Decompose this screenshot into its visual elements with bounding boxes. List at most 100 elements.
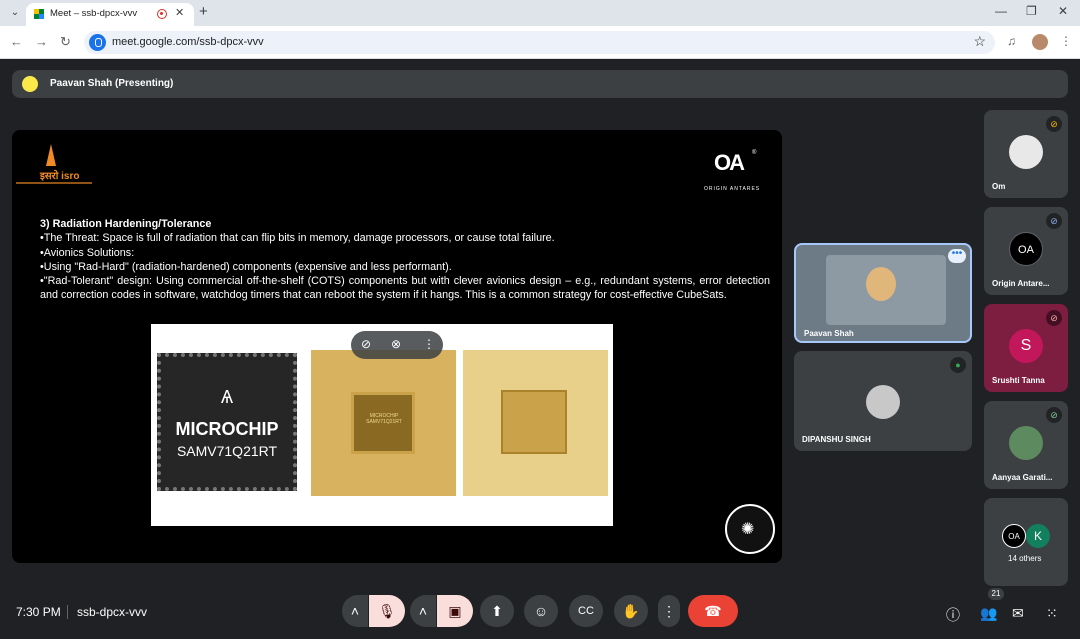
isro-underline xyxy=(16,182,92,184)
close-icon[interactable]: ✕ xyxy=(175,6,184,19)
hand-icon: ✋ xyxy=(622,603,640,619)
minimize-icon[interactable]: — xyxy=(995,4,1007,18)
microchip-package: Ѧ MICROCHIP SAMV71Q21RT xyxy=(157,353,297,491)
people-count-badge: 21 xyxy=(988,588,1004,600)
slide-bullet: •Avionics Solutions: xyxy=(40,246,135,259)
mic-off-button[interactable]: 🎙︎ xyxy=(369,595,405,627)
hangup-icon: ☎ xyxy=(704,603,722,619)
ceramic-package: MICROCHIP SAMV71Q21RT xyxy=(311,350,456,496)
slide-bullet: •Using "Rad-Hard" (radiation-hardened) c… xyxy=(40,260,452,273)
badge-icon: ✺ xyxy=(741,521,755,538)
others-tile[interactable]: OA K 14 others xyxy=(984,498,1068,586)
avatar-oa-icon: OA xyxy=(1002,524,1026,548)
present-button[interactable]: ⬆ xyxy=(480,595,514,627)
participant-name: Srushti Tanna xyxy=(992,376,1045,385)
more-vert-icon[interactable]: ⋮ xyxy=(423,337,435,351)
close-window-icon[interactable]: ✕ xyxy=(1058,4,1068,18)
browser-tab-strip: ⌄ Meet – ssb-dpcx-vvv ✕ + — ❐ ✕ xyxy=(0,0,1080,26)
mic-muted-icon: ⊘ xyxy=(1046,213,1062,229)
tab-meet[interactable]: Meet – ssb-dpcx-vvv ✕ xyxy=(26,3,194,26)
restore-icon[interactable]: ❐ xyxy=(1026,4,1037,18)
meeting-time: 7:30 PM xyxy=(16,605,61,619)
microchip-logo-icon: Ѧ xyxy=(220,387,234,407)
shared-screen: इसरो isro OA ® ORIGIN ANTARES 3) Radiati… xyxy=(12,130,782,563)
plus-icon[interactable]: + xyxy=(199,3,208,20)
avatar-oa-icon: OA xyxy=(1009,232,1043,266)
flatpack-package xyxy=(463,350,608,496)
more-vert-icon[interactable]: ⋮ xyxy=(1060,34,1072,48)
captions-icon: CC xyxy=(578,605,594,617)
avatar xyxy=(1009,426,1043,460)
oa-caption: ORIGIN ANTARES xyxy=(704,186,761,192)
back-icon[interactable]: ← xyxy=(10,34,23,49)
forward-icon[interactable]: → xyxy=(35,34,48,49)
meeting-code: ssb-dpcx-vvv xyxy=(77,605,148,619)
url-text[interactable]: meet.google.com/ssb-dpcx-vvv xyxy=(112,36,264,48)
site-info-icon[interactable] xyxy=(89,34,106,51)
reactions-button[interactable]: ☺ xyxy=(524,595,558,627)
media-control-icon[interactable]: ♫ xyxy=(1007,34,1016,48)
participant-name: Aanyaa Garati... xyxy=(992,473,1053,482)
participant-tile[interactable]: OA ⊘ Origin Antare... xyxy=(984,207,1068,295)
chat-icon[interactable]: ✉ xyxy=(1012,605,1024,622)
mic-on-icon: ● xyxy=(950,357,966,373)
info-icon[interactable]: ⓘ xyxy=(946,605,960,625)
avatar: S xyxy=(1009,329,1043,363)
more-options-icon[interactable]: ••• xyxy=(948,249,966,263)
speaker-video xyxy=(866,267,896,301)
present-icon: ⬆ xyxy=(491,603,503,619)
participant-name: DIPANSHU SINGH xyxy=(802,435,871,444)
participant-name: Origin Antare... xyxy=(992,279,1050,288)
participant-tile-speaker[interactable]: ••• Paavan Shah xyxy=(794,243,972,343)
meet-favicon xyxy=(34,9,44,19)
people-icon[interactable]: 👥 xyxy=(980,605,997,622)
video-options-chevron-icon[interactable]: ˄ xyxy=(410,595,436,627)
presenter-bar: Paavan Shah (Presenting) xyxy=(12,70,1068,98)
tab-title: Meet – ssb-dpcx-vvv xyxy=(50,8,138,19)
more-options-button[interactable]: ⋮ xyxy=(658,595,680,627)
innovation-badge: ✺ xyxy=(725,504,775,554)
participant-name: Paavan Shah xyxy=(804,329,854,338)
captions-button[interactable]: CC xyxy=(569,595,603,627)
mic-muted-icon: ⊘ xyxy=(1046,116,1062,132)
isro-logo-text: इसरो isro xyxy=(40,171,80,182)
slide-text: 3) Radiation Hardening/Tolerance •The Th… xyxy=(40,217,770,303)
leave-call-button[interactable]: ☎ xyxy=(688,595,738,627)
star-icon[interactable]: ☆ xyxy=(973,33,986,50)
address-bar[interactable]: meet.google.com/ssb-dpcx-vvv ☆ xyxy=(84,31,995,54)
profile-avatar[interactable] xyxy=(1032,34,1048,50)
more-vert-icon: ⋮ xyxy=(662,603,676,619)
mic-off-icon: 🎙︎ xyxy=(378,603,396,619)
tab-list-icon[interactable]: ⌄ xyxy=(6,5,24,21)
participant-tile[interactable]: ⊘ Aanyaa Garati... xyxy=(984,401,1068,489)
rocket-icon xyxy=(46,144,56,166)
camera-off-icon: ▣ xyxy=(448,603,462,619)
avatar: K xyxy=(1026,524,1050,548)
slide-bullet: •The Threat: Space is full of radiation … xyxy=(40,232,555,245)
participant-tile[interactable]: ⊘ Om xyxy=(984,110,1068,198)
mute-icon[interactable]: ⊗ xyxy=(391,337,401,351)
chip2-label: MICROCHIP SAMV71Q21RT xyxy=(366,413,402,425)
isro-logo: इसरो isro xyxy=(16,138,92,186)
participant-tile[interactable]: ● DIPANSHU SINGH xyxy=(794,351,972,451)
others-count: 14 others xyxy=(1008,554,1042,563)
unpin-icon[interactable]: ⊘ xyxy=(361,337,371,351)
camera-off-button[interactable]: ▣ xyxy=(437,595,473,627)
presenter-label: Paavan Shah (Presenting) xyxy=(50,78,174,89)
participant-tile[interactable]: S ⊘ Srushti Tanna xyxy=(984,304,1068,392)
recording-icon xyxy=(157,9,167,19)
mic-muted-icon: ⊘ xyxy=(1046,407,1062,423)
audio-options-chevron-icon[interactable]: ˄ xyxy=(342,595,368,627)
emoji-icon: ☺ xyxy=(533,603,549,619)
chip-brand: MICROCHIP xyxy=(175,419,279,439)
activities-icon[interactable]: ⁙ xyxy=(1046,605,1058,622)
browser-toolbar: ← → ↻ meet.google.com/ssb-dpcx-vvv ☆ ♫ ⋮ xyxy=(0,26,1080,59)
divider xyxy=(67,605,68,619)
mic-muted-icon: ⊘ xyxy=(1046,310,1062,326)
raise-hand-button[interactable]: ✋ xyxy=(614,595,648,627)
chip-core: MICROCHIP SAMV71Q21RT xyxy=(351,392,415,454)
avatar xyxy=(866,385,900,419)
avatar xyxy=(1009,135,1043,169)
slide-heading: 3) Radiation Hardening/Tolerance xyxy=(40,218,212,230)
reload-icon[interactable]: ↻ xyxy=(60,34,71,50)
